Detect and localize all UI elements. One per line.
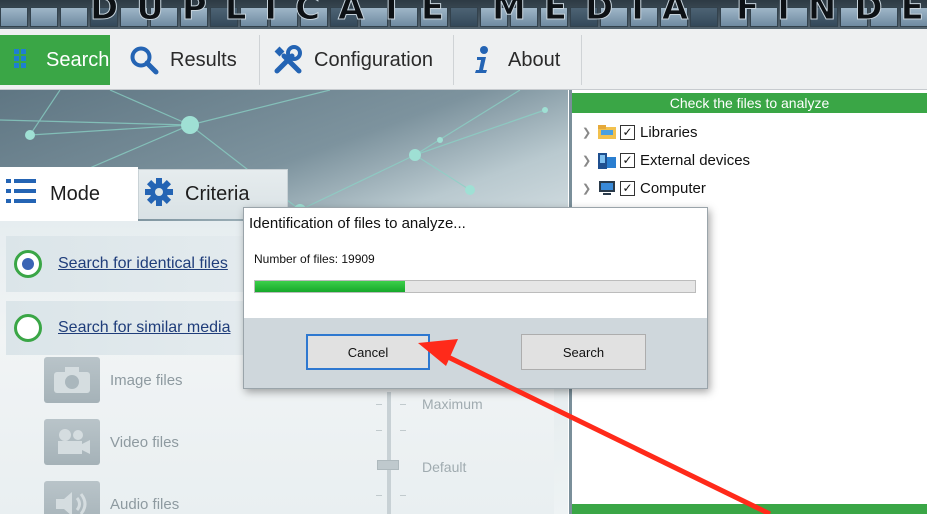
main-tab-bar: Search Results Configuration About xyxy=(0,29,927,90)
tree-item-computer[interactable]: ❯ ✓ Computer xyxy=(582,177,706,199)
tab-about-label: About xyxy=(508,48,561,71)
tree-label-computer: Computer xyxy=(640,179,706,197)
chevron-right-icon[interactable]: ❯ xyxy=(582,154,592,167)
checkbox-computer[interactable]: ✓ xyxy=(620,180,635,196)
media-audio-label: Audio files xyxy=(110,495,180,513)
tab-results-label: Results xyxy=(170,48,237,71)
chevron-right-icon[interactable]: ❯ xyxy=(582,182,592,195)
dialog-title: Identification of files to analyze... xyxy=(249,215,466,232)
file-tree-header: Check the files to analyze xyxy=(572,93,927,113)
chevron-right-icon[interactable]: ❯ xyxy=(582,126,592,139)
progress-bar xyxy=(254,280,696,293)
radio-similar-media[interactable] xyxy=(14,314,42,342)
search-grid-icon xyxy=(12,44,36,76)
tree-label-external-devices: External devices xyxy=(640,151,751,169)
media-video-label: Video files xyxy=(110,433,179,451)
magnifier-icon xyxy=(128,44,160,76)
tab-search[interactable]: Search xyxy=(0,35,110,85)
slider-default-label: Default xyxy=(422,459,467,475)
computer-icon xyxy=(597,180,615,196)
speaker-icon xyxy=(44,481,100,514)
tab-about[interactable]: About xyxy=(454,35,582,85)
external-devices-icon xyxy=(597,152,616,169)
wrench-screwdriver-icon xyxy=(272,44,304,76)
slider-tick xyxy=(376,430,382,431)
slider-max-label: Maximum xyxy=(422,396,483,412)
subtab-mode[interactable]: Mode xyxy=(0,167,138,221)
banner-title: DUPLICATE MEDIA FINDER xyxy=(90,0,927,29)
slider-tick xyxy=(400,495,406,496)
media-video-files: Video files xyxy=(44,419,179,465)
checkbox-libraries[interactable]: ✓ xyxy=(620,124,635,140)
slider-tick xyxy=(400,430,406,431)
media-image-files: Image files xyxy=(44,357,183,403)
search-button[interactable]: Search xyxy=(521,334,646,370)
slider-tick xyxy=(376,495,382,496)
gear-icon xyxy=(145,177,173,212)
camera-icon xyxy=(44,357,100,403)
tab-results[interactable]: Results xyxy=(116,35,260,85)
radio-identical-files[interactable] xyxy=(14,250,42,278)
media-image-label: Image files xyxy=(110,371,183,389)
tree-label-libraries: Libraries xyxy=(640,123,698,141)
info-icon xyxy=(466,44,498,76)
similarity-slider-thumb[interactable] xyxy=(377,460,399,470)
banner-tile xyxy=(60,7,88,27)
slider-tick xyxy=(400,404,406,405)
checkbox-external-devices[interactable]: ✓ xyxy=(620,152,635,168)
dialog-button-area: Cancel Search xyxy=(244,318,707,388)
banner-tile xyxy=(0,7,28,27)
slider-tick xyxy=(376,404,382,405)
progress-bar-fill xyxy=(255,281,405,292)
tree-item-external-devices[interactable]: ❯ ✓ External devices xyxy=(582,149,750,171)
video-camera-icon xyxy=(44,419,100,465)
libraries-icon xyxy=(597,124,616,140)
files-count-label: Number of files: 19909 xyxy=(254,252,375,266)
option-identical-files-label[interactable]: Search for identical files xyxy=(58,255,228,273)
radio-selected-dot xyxy=(22,258,34,270)
subtab-criteria-label: Criteria xyxy=(185,183,250,205)
tree-item-libraries[interactable]: ❯ ✓ Libraries xyxy=(582,121,698,143)
analyze-progress-dialog: Identification of files to analyze... Nu… xyxy=(243,207,708,389)
similarity-slider-track[interactable] xyxy=(387,392,391,514)
tab-search-label: Search xyxy=(46,48,110,71)
tab-configuration-label: Configuration xyxy=(314,48,433,71)
subtab-mode-label: Mode xyxy=(50,182,101,205)
banner-tile xyxy=(30,7,58,27)
tab-configuration[interactable]: Configuration xyxy=(260,35,454,85)
cancel-button[interactable]: Cancel xyxy=(306,334,430,370)
file-tree-footer-bar xyxy=(572,504,927,514)
list-icon xyxy=(6,178,38,210)
app-banner: DUPLICATE MEDIA FINDER xyxy=(0,0,927,29)
media-audio-files: Audio files xyxy=(44,481,179,514)
option-similar-media-label[interactable]: Search for similar media xyxy=(58,319,231,337)
